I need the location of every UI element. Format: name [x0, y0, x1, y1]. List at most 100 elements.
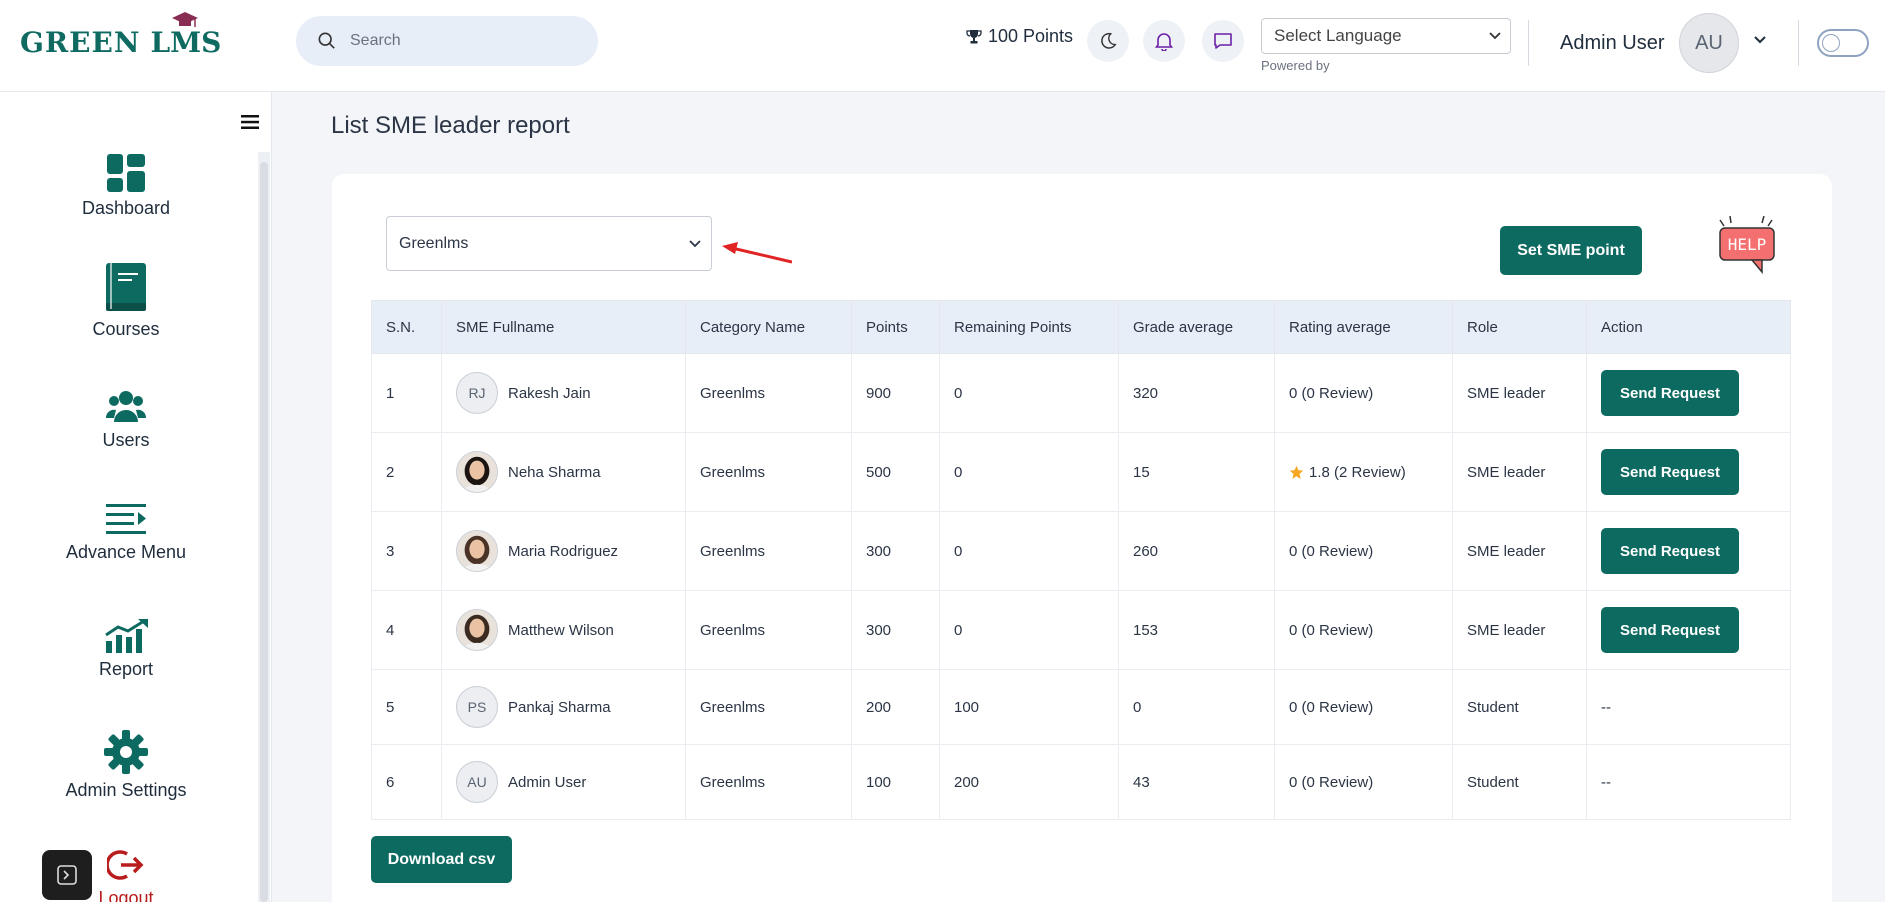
theme-toggle[interactable] [1817, 29, 1869, 57]
cell-category: Greenlms [685, 353, 852, 433]
book-icon [106, 263, 146, 311]
dashboard-icon [107, 154, 145, 192]
trophy-icon [966, 29, 982, 43]
cell-category: Greenlms [685, 590, 852, 670]
cell-rating-average: 0 (0 Review) [1274, 669, 1453, 745]
cell-role: SME leader [1452, 590, 1587, 670]
cell-points: 200 [851, 669, 940, 745]
sidebar-item-label: Admin Settings [65, 780, 187, 800]
category-select[interactable]: Greenlms [386, 216, 712, 271]
sidebar-item-courses[interactable]: Courses [0, 263, 252, 340]
sidebar-scrollbar-thumb[interactable] [260, 162, 268, 902]
top-header: GREEN LMS 100 Points Select Language Pow… [0, 0, 1885, 92]
toggle-knob [1822, 34, 1840, 52]
points-text: 100 Points [988, 26, 1074, 46]
cell-sn: 2 [371, 432, 442, 512]
send-request-button[interactable]: Send Request [1601, 607, 1739, 653]
cell-action: Send Request [1586, 353, 1791, 433]
cell-action: -- [1586, 669, 1791, 745]
help-label: HELP [1728, 235, 1767, 254]
user-avatar: PS [456, 686, 498, 728]
sidebar-item-label: Logout [98, 888, 154, 902]
table-row: 5 PS Pankaj Sharma Greenlms 200 100 0 0 (… [371, 669, 1791, 745]
column-header: S.N. [371, 300, 442, 354]
cell-category: Greenlms [685, 669, 852, 745]
user-menu-chevron-icon[interactable] [1752, 34, 1768, 46]
set-sme-point-button[interactable]: Set SME point [1500, 226, 1642, 275]
menu-list-icon [106, 504, 146, 534]
search-input[interactable] [350, 32, 570, 50]
language-select-value: Select Language [1274, 26, 1402, 45]
cell-grade-average: 0 [1118, 669, 1275, 745]
rating-text: 0 (0 Review) [1289, 773, 1374, 791]
logo-text-lms: LMS [150, 11, 221, 59]
cell-remaining-points: 200 [939, 744, 1119, 820]
help-button[interactable]: HELP [1716, 215, 1778, 281]
sidebar: Dashboard Courses Users Advance Menu Rep… [0, 92, 272, 902]
search-box[interactable] [296, 16, 598, 66]
profile-photo [457, 452, 497, 492]
sme-name: Rakesh Jain [508, 384, 591, 402]
cell-action: Send Request [1586, 590, 1791, 670]
sidebar-item-label: Courses [92, 319, 160, 339]
sidebar-item-logout[interactable]: Logout [0, 848, 252, 902]
notifications-button[interactable] [1143, 20, 1185, 62]
sme-name: Matthew Wilson [508, 621, 614, 639]
sidebar-item-users[interactable]: Users [0, 388, 252, 451]
cell-grade-average: 320 [1118, 353, 1275, 433]
powered-by-text: Powered by [1261, 58, 1330, 73]
user-avatar[interactable]: AU [1679, 13, 1739, 73]
table-row: 6 AU Admin User Greenlms 100 200 43 0 (0 … [371, 744, 1791, 820]
chevron-down-icon [1489, 32, 1501, 40]
user-avatar [456, 609, 498, 651]
language-select[interactable]: Select Language [1261, 18, 1511, 54]
star-icon [1289, 465, 1304, 479]
cell-remaining-points: 0 [939, 511, 1119, 591]
cell-points: 900 [851, 353, 940, 433]
cell-category: Greenlms [685, 432, 852, 512]
column-header: Remaining Points [939, 300, 1119, 354]
user-name[interactable]: Admin User [1560, 32, 1664, 55]
sidebar-item-dashboard[interactable]: Dashboard [0, 154, 252, 219]
download-csv-button[interactable]: Download csv [371, 836, 512, 883]
page-title: List SME leader report [331, 112, 570, 139]
logout-icon [107, 850, 144, 880]
sidebar-item-report[interactable]: Report [0, 619, 252, 680]
cell-remaining-points: 0 [939, 353, 1119, 433]
terminal-toggle-button[interactable] [42, 850, 92, 900]
user-avatar: AU [456, 761, 498, 803]
column-header: Rating average [1274, 300, 1453, 354]
category-select-value: Greenlms [399, 234, 469, 252]
help-icon: HELP [1719, 215, 1775, 275]
logo-text-green: GREEN [20, 25, 141, 59]
sme-report-table: S.N. SME Fullname Category Name Points R… [371, 300, 1791, 820]
logo[interactable]: GREEN LMS [20, 11, 221, 62]
cell-action: Send Request [1586, 432, 1791, 512]
send-request-button[interactable]: Send Request [1601, 528, 1739, 574]
cell-role: Student [1452, 669, 1587, 745]
column-header: Grade average [1118, 300, 1275, 354]
cell-fullname: Neha Sharma [441, 432, 686, 512]
messages-button[interactable] [1202, 20, 1244, 62]
report-chart-icon [105, 619, 148, 653]
red-pointer-arrow-icon [722, 242, 792, 264]
column-header: SME Fullname [441, 300, 686, 354]
table-row: 1 RJ Rakesh Jain Greenlms 900 0 320 0 (0 … [371, 353, 1791, 433]
send-request-button[interactable]: Send Request [1601, 370, 1739, 416]
dark-mode-button[interactable] [1087, 20, 1129, 62]
cell-rating-average: 0 (0 Review) [1274, 590, 1453, 670]
sidebar-item-admin-settings[interactable]: Admin Settings [0, 730, 252, 801]
cell-fullname: Matthew Wilson [441, 590, 686, 670]
sidebar-item-label: Dashboard [81, 198, 171, 218]
cell-rating-average: 0 (0 Review) [1274, 511, 1453, 591]
sme-name: Maria Rodriguez [508, 542, 619, 560]
send-request-button[interactable]: Send Request [1601, 449, 1739, 495]
cell-sn: 5 [371, 669, 442, 745]
cell-points: 300 [851, 511, 940, 591]
no-action-text: -- [1601, 698, 1611, 716]
sidebar-item-label: Report [98, 659, 154, 679]
sidebar-item-advance-menu[interactable]: Advance Menu [0, 502, 252, 563]
points-display: 100 Points [966, 26, 1073, 47]
hamburger-menu-icon[interactable] [241, 114, 259, 130]
header-divider-2 [1798, 20, 1799, 66]
